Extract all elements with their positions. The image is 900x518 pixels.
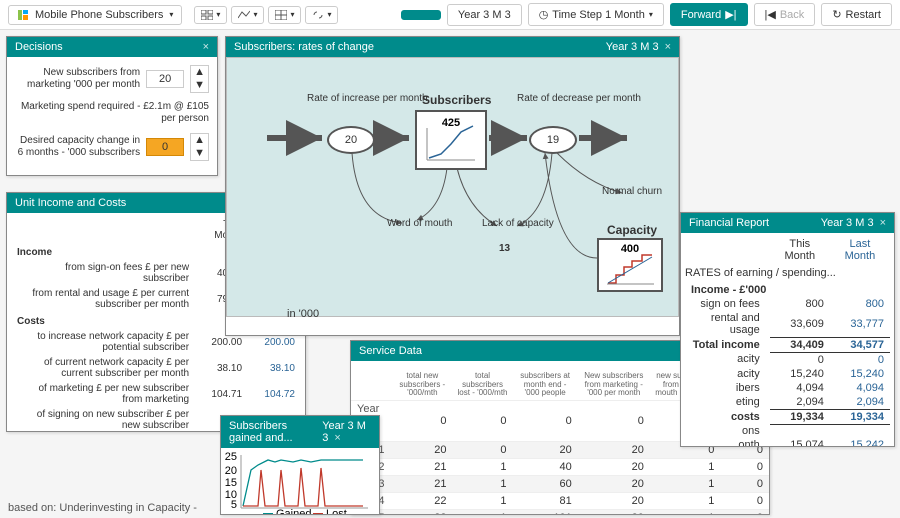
stepper[interactable]: ▲▼ (190, 65, 209, 93)
decision-label: Marketing spend required - £2.1m @ £105 … (15, 101, 209, 125)
axis-label: in '000 (287, 308, 319, 320)
svg-text:15: 15 (225, 477, 237, 489)
fin-table: This MonthLast Month RATES of earning / … (685, 237, 890, 446)
clock-icon (539, 8, 549, 21)
node-increase: 20 (327, 126, 375, 154)
label-dec: Rate of decrease per month (517, 93, 641, 104)
node-decrease: 19 (529, 126, 577, 154)
table-row: costs19,33419,334 (685, 409, 890, 424)
decision-row: Desired capacity change in 6 months - '0… (15, 133, 209, 161)
close-icon[interactable]: × (880, 217, 886, 229)
table-row: ons (685, 424, 890, 438)
svg-text:5: 5 (231, 499, 237, 511)
section-income: Income (11, 243, 195, 260)
panel-title: Service Data (359, 345, 422, 357)
node-subscribers: 425 (415, 110, 487, 170)
timestep-selector[interactable]: Time Step 1 Month▾ (528, 3, 664, 26)
label-subs: Subscribers (422, 93, 491, 107)
label-lack: Lack of capacity (482, 218, 554, 229)
subs-gained-panel: Subscribers gained and...Year 3 M 3× 252… (220, 415, 380, 515)
svg-text:Gained: Gained (276, 508, 311, 514)
period-display[interactable]: Year 3 M 3 (447, 4, 522, 26)
label-inc: Rate of increase per month (307, 93, 428, 104)
label-churn: Normal churn (602, 186, 662, 197)
fin-subtitle: RATES of earning / spending... (685, 263, 890, 283)
period-indicator-teal (401, 10, 441, 20)
svg-text:20: 20 (225, 465, 237, 477)
restart-button[interactable]: ↻ Restart (821, 3, 892, 26)
section-costs: Costs (11, 312, 195, 329)
svg-text:400: 400 (621, 243, 639, 255)
topbar: Mobile Phone Subscribers ▾ ▾ ▾ ▾ ▾ Year … (0, 0, 900, 30)
forward-button[interactable]: Forward ▶| (670, 3, 748, 26)
link-icon-btn[interactable]: ▾ (305, 6, 338, 24)
table-row: of marketing £ per new subscriber from m… (11, 381, 301, 407)
node-capacity: 400 (597, 238, 663, 292)
diagram-body: Rate of increase per month Subscribers R… (226, 57, 679, 317)
table-row: acity00 (685, 352, 890, 367)
svg-text:Lost: Lost (326, 508, 347, 514)
panel-title: Subscribers: rates of change (234, 41, 374, 53)
dashboard-icon-btn[interactable]: ▾ (194, 6, 227, 24)
mini-chart-body: 252015105 Gained Lost (221, 448, 379, 514)
panel-title: Decisions (15, 41, 63, 53)
forward-icon: ▶| (725, 8, 736, 21)
table-row: rental and usage33,60933,777 (685, 311, 890, 337)
close-icon[interactable]: × (665, 41, 671, 53)
footer-text: based on: Underinvesting in Capacity - (8, 502, 197, 514)
table-row: sign on fees800800 (685, 297, 890, 311)
chart-icon-btn[interactable]: ▾ (231, 6, 264, 24)
fin-income-head: Income - £'000 (685, 283, 890, 297)
model-title: Mobile Phone Subscribers (35, 9, 163, 21)
model-selector[interactable]: Mobile Phone Subscribers ▾ (8, 5, 182, 25)
table-row: ibers4,0944,094 (685, 381, 890, 395)
back-icon: |◀ (765, 8, 776, 21)
table-row: 1 M 3211602010 (351, 476, 769, 493)
label-cap: Capacity (607, 223, 657, 237)
chevron-down-icon: ▾ (169, 10, 173, 19)
table-row: onth15,07415,242 (685, 438, 890, 446)
table-row: Total income34,40934,577 (685, 337, 890, 352)
value-lack: 13 (499, 243, 510, 254)
rates-of-change-panel: Subscribers: rates of changeYear 3 M 3× … (225, 36, 680, 336)
table-row: 1 M 4221812010 (351, 493, 769, 510)
panel-title: Subscribers gained and... (229, 420, 322, 444)
decision-label: Desired capacity change in 6 months - '0… (15, 135, 140, 159)
stepper[interactable]: ▲▼ (190, 133, 209, 161)
decision-input[interactable]: 20 (146, 70, 184, 88)
back-button[interactable]: |◀ Back (754, 3, 816, 26)
close-icon[interactable]: × (203, 41, 209, 53)
decision-row: New subscribers from marketing '000 per … (15, 65, 209, 93)
decision-row: Marketing spend required - £2.1m @ £105 … (15, 101, 209, 125)
restart-icon: ↻ (832, 8, 841, 21)
panel-title: Financial Report (689, 217, 769, 229)
decision-input[interactable]: 0 (146, 138, 184, 156)
panel-title: Unit Income and Costs (15, 197, 126, 209)
table-icon-btn[interactable]: ▾ (268, 6, 301, 24)
gained-lost-chart: 252015105 Gained Lost (223, 450, 373, 514)
table-row: acity15,24015,240 (685, 367, 890, 381)
close-icon[interactable]: × (334, 432, 340, 444)
table-row: 1 M 2211402010 (351, 459, 769, 476)
label-wom: Word of mouth (387, 218, 452, 229)
table-row: 1 M 52211012010 (351, 510, 769, 514)
table-row: of current network capacity £ per curren… (11, 355, 301, 381)
toolbar-group: ▾ ▾ ▾ ▾ (194, 6, 338, 24)
financial-report-panel: Financial ReportYear 3 M 3× This MonthLa… (680, 212, 895, 447)
logo-icon (17, 9, 29, 21)
table-row: eting2,0942,094 (685, 395, 890, 410)
svg-text:425: 425 (442, 117, 460, 129)
decision-label: New subscribers from marketing '000 per … (15, 67, 140, 91)
svg-text:25: 25 (225, 451, 237, 463)
decisions-panel: Decisions × New subscribers from marketin… (6, 36, 218, 176)
